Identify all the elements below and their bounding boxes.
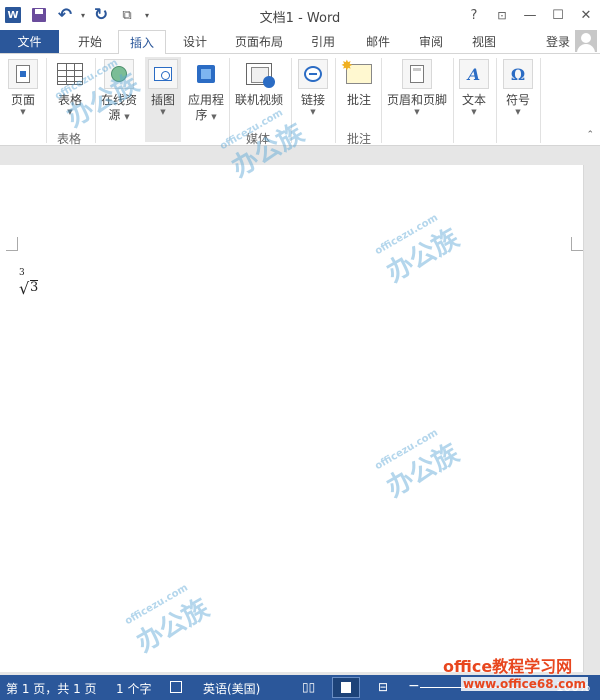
tab-mailings[interactable]: 邮件: [353, 30, 403, 53]
chevron-down-icon: ▼: [20, 108, 26, 116]
chevron-down-icon: ▼: [160, 108, 166, 116]
touch-mode-icon[interactable]: ⧉: [114, 0, 140, 30]
link-icon: [298, 59, 328, 89]
chevron-down-icon: ▼: [515, 108, 521, 116]
avatar[interactable]: [575, 30, 597, 52]
close-button[interactable]: ✕: [572, 0, 600, 30]
tab-home[interactable]: 开始: [62, 30, 118, 53]
brand-overlay-url: www.office68.com: [461, 677, 589, 691]
chevron-down-icon: ▼: [211, 113, 217, 121]
page-info[interactable]: 第 1 页，共 1 页: [6, 680, 97, 697]
print-layout-icon[interactable]: [332, 677, 360, 698]
sign-in-link[interactable]: 登录: [546, 30, 570, 53]
tab-review[interactable]: 审阅: [408, 30, 454, 53]
web-layout-icon[interactable]: ⊟: [378, 680, 388, 694]
header-footer-button[interactable]: 页眉和页脚 ▼: [386, 57, 448, 117]
title-bar: W ↶ ▾ ↻ ⧉ ▾ 文档1 - Word ? ⊡ — ☐ ✕: [0, 0, 600, 30]
group-label-comments: 批注: [347, 132, 372, 146]
maximize-button[interactable]: ☐: [544, 0, 572, 30]
save-icon[interactable]: [26, 0, 52, 30]
vertical-scrollbar[interactable]: [583, 165, 600, 672]
links-button[interactable]: 链接 ▼: [296, 57, 330, 117]
tab-insert[interactable]: 插入: [118, 30, 166, 54]
language[interactable]: 英语(美国): [203, 680, 260, 697]
document-page[interactable]: 3 √ 3: [0, 165, 583, 672]
online-sources-button[interactable]: 在线资 源 ▼: [98, 57, 140, 123]
table-icon: [55, 59, 85, 89]
tab-page-layout[interactable]: 页面布局: [226, 30, 292, 53]
omega-icon: Ω: [503, 59, 533, 89]
chevron-down-icon: ▼: [67, 108, 73, 116]
undo-dropdown-icon[interactable]: ▾: [78, 0, 88, 30]
online-video-button[interactable]: 联机视频: [233, 57, 285, 108]
video-icon: [244, 59, 275, 89]
tab-view[interactable]: 视图: [461, 30, 507, 53]
shapes-icon: [148, 59, 178, 89]
globe-icon: [104, 59, 134, 89]
brand-overlay-title: office教程学习网: [443, 657, 573, 676]
help-button[interactable]: ?: [460, 0, 488, 30]
page-button[interactable]: 页面 ▼: [6, 57, 40, 117]
ribbon-display-options-button[interactable]: ⊡: [488, 0, 516, 30]
word-count[interactable]: 1 个字: [116, 680, 151, 697]
page-icon: [8, 59, 38, 89]
illustrations-button[interactable]: 插图 ▼: [145, 57, 181, 142]
tab-design[interactable]: 设计: [170, 30, 220, 53]
quick-access-toolbar: W ↶ ▾ ↻ ⧉ ▾: [0, 0, 154, 30]
chevron-down-icon: ▼: [414, 108, 420, 116]
group-label-tables: 表格: [57, 132, 82, 146]
ribbon-insert: 页面 ▼ 表格 ▼ 表格 在线资 源 ▼ 插图 ▼ 应用程 序 ▼ 联机视频 媒…: [0, 53, 600, 146]
symbols-button[interactable]: Ω 符号 ▼: [501, 57, 535, 117]
ribbon-tabs: 文件 开始 插入 设计 页面布局 引用 邮件 审阅 视图 登录: [0, 30, 600, 54]
zoom-out-icon[interactable]: −: [408, 678, 420, 694]
comment-button[interactable]: ✸ 批注: [340, 57, 378, 108]
chevron-down-icon: ▼: [310, 108, 316, 116]
tab-file[interactable]: 文件: [0, 30, 59, 53]
undo-icon[interactable]: ↶: [52, 0, 78, 30]
chevron-down-icon: ▼: [124, 113, 130, 121]
store-icon: [191, 59, 221, 89]
text-icon: A: [459, 59, 489, 89]
chevron-down-icon: ▼: [471, 108, 477, 116]
redo-icon[interactable]: ↻: [88, 0, 114, 30]
read-mode-icon[interactable]: ▯▯: [302, 680, 315, 694]
table-button[interactable]: 表格 ▼: [52, 57, 88, 117]
margin-marker-left: [6, 237, 18, 251]
tab-references[interactable]: 引用: [300, 30, 346, 53]
apps-button[interactable]: 应用程 序 ▼: [186, 57, 226, 123]
minimize-button[interactable]: —: [516, 0, 544, 30]
customize-qat-icon[interactable]: ▾: [140, 0, 154, 30]
proofing-icon[interactable]: [170, 681, 182, 693]
word-app-icon[interactable]: W: [0, 0, 26, 30]
text-button[interactable]: A 文本 ▼: [458, 57, 490, 117]
collapse-ribbon-icon[interactable]: ⌃: [586, 130, 594, 140]
group-label-media: 媒体: [246, 132, 271, 146]
margin-marker-right: [571, 237, 583, 251]
ruler-area: [0, 147, 600, 165]
header-icon: [402, 59, 432, 89]
comment-icon: ✸: [341, 59, 374, 89]
